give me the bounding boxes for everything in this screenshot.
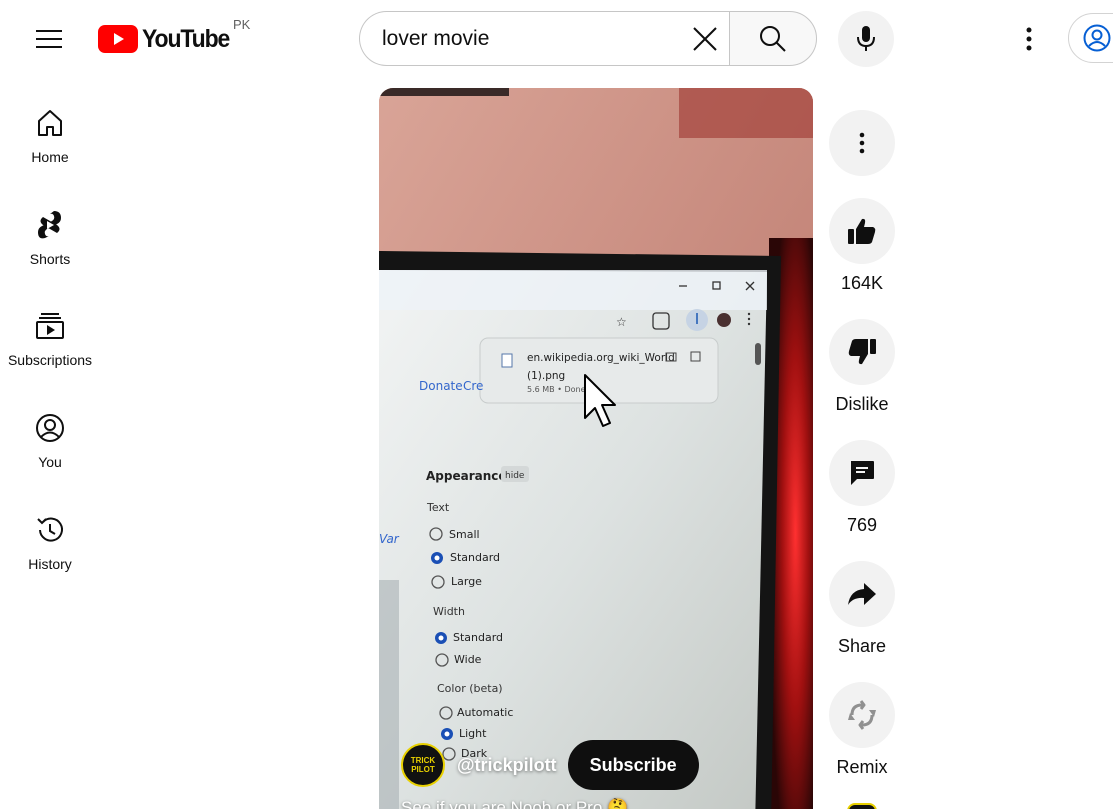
home-icon	[38, 110, 62, 136]
svg-text:5.6 MB • Done: 5.6 MB • Done	[527, 385, 586, 394]
sidebar-item-home[interactable]: Home	[0, 94, 100, 184]
svg-text:Small: Small	[449, 528, 480, 541]
country-code: PK	[233, 17, 251, 32]
svg-text:Automatic: Automatic	[457, 706, 513, 719]
masthead: YouTube PK	[0, 0, 1113, 76]
avatar-text-2: PILOT	[411, 765, 435, 774]
sign-in-button[interactable]	[1068, 13, 1113, 63]
close-icon	[693, 27, 717, 51]
shorts-icon	[38, 211, 61, 239]
svg-text:Width: Width	[433, 605, 465, 618]
video-title[interactable]: See if you are Noob or Pro 🤔	[401, 798, 628, 809]
share-button[interactable]	[829, 561, 895, 627]
sidebar-item-label: You	[38, 454, 62, 470]
logo-text: YouTube	[142, 24, 230, 53]
svg-text:Wide: Wide	[454, 653, 482, 666]
like-button[interactable]	[829, 198, 895, 264]
svg-text:Large: Large	[451, 575, 482, 588]
sidebar-item-label: Home	[31, 149, 69, 165]
youtube-play-icon	[98, 25, 138, 53]
svg-text:Appearance: Appearance	[426, 469, 507, 483]
dislike-button[interactable]	[829, 319, 895, 385]
sidebar-item-history[interactable]: History	[0, 501, 100, 591]
channel-handle[interactable]: @trickpilott	[457, 755, 557, 776]
svg-text:(1).png: (1).png	[527, 370, 565, 382]
dislike-label: Dislike	[835, 394, 889, 414]
shorts-video-player[interactable]: ☆ en.wikipedia.org_wiki_World (1).png 5.…	[379, 88, 813, 809]
comments-button[interactable]	[829, 440, 895, 506]
remix-label: Remix	[836, 757, 888, 777]
guide-menu-button[interactable]	[26, 16, 72, 62]
search-input[interactable]	[382, 26, 682, 51]
svg-text:Standard: Standard	[450, 551, 500, 564]
svg-text:Color (beta): Color (beta)	[437, 682, 503, 695]
channel-row: TRICK PILOT @trickpilott Subscribe	[401, 740, 699, 790]
account-icon	[36, 414, 64, 442]
youtube-logo[interactable]: YouTube	[98, 22, 237, 56]
like-count: 164K	[840, 273, 884, 293]
channel-avatar[interactable]: TRICK PILOT	[401, 743, 445, 787]
account-circle-icon	[1083, 24, 1111, 52]
sidebar-item-you[interactable]: You	[0, 399, 100, 489]
sidebar-item-label: Subscriptions	[7, 352, 93, 368]
svg-text:☆: ☆	[616, 315, 627, 329]
history-icon	[37, 517, 63, 542]
svg-text:Cre: Cre	[463, 379, 483, 393]
video-frame: ☆ en.wikipedia.org_wiki_World (1).png 5.…	[379, 88, 813, 809]
comments-count: 769	[846, 515, 878, 535]
svg-text:Standard: Standard	[453, 631, 503, 644]
search-box	[359, 11, 731, 66]
svg-text:Light: Light	[459, 727, 487, 740]
more-actions-button[interactable]	[829, 110, 895, 176]
more-vertical-icon	[1026, 27, 1032, 51]
search-icon	[760, 25, 786, 52]
more-vertical-icon	[859, 132, 865, 154]
thumbs-down-icon	[848, 339, 876, 365]
hamburger-icon	[36, 30, 62, 48]
share-icon	[848, 583, 876, 605]
clear-search-button[interactable]	[687, 21, 723, 57]
sidebar-item-shorts[interactable]: Shorts	[0, 196, 100, 286]
share-label: Share	[837, 636, 887, 656]
sidebar-item-label: History	[28, 556, 72, 572]
sidebar-item-label: Shorts	[29, 251, 71, 267]
avatar-text-1: TRICK	[410, 756, 436, 765]
sound-thumbnail[interactable]	[847, 803, 877, 809]
remix-icon	[848, 700, 876, 730]
search-button[interactable]	[729, 11, 817, 66]
subscribe-button[interactable]: Subscribe	[567, 740, 699, 790]
svg-text:Var: Var	[379, 532, 400, 546]
svg-text:en.wikipedia.org_wiki_World: en.wikipedia.org_wiki_World	[527, 352, 675, 364]
svg-text:hide: hide	[505, 471, 525, 481]
settings-menu-button[interactable]	[1008, 18, 1050, 60]
thumbs-up-icon	[848, 218, 876, 244]
microphone-icon	[857, 26, 875, 51]
subscriptions-icon	[36, 313, 64, 339]
sidebar-item-subscriptions[interactable]: Subscriptions	[0, 297, 100, 387]
comment-icon	[851, 461, 874, 485]
svg-text:Text: Text	[426, 501, 450, 514]
voice-search-button[interactable]	[838, 11, 894, 67]
remix-button[interactable]	[829, 682, 895, 748]
svg-text:Donate: Donate	[419, 379, 463, 393]
